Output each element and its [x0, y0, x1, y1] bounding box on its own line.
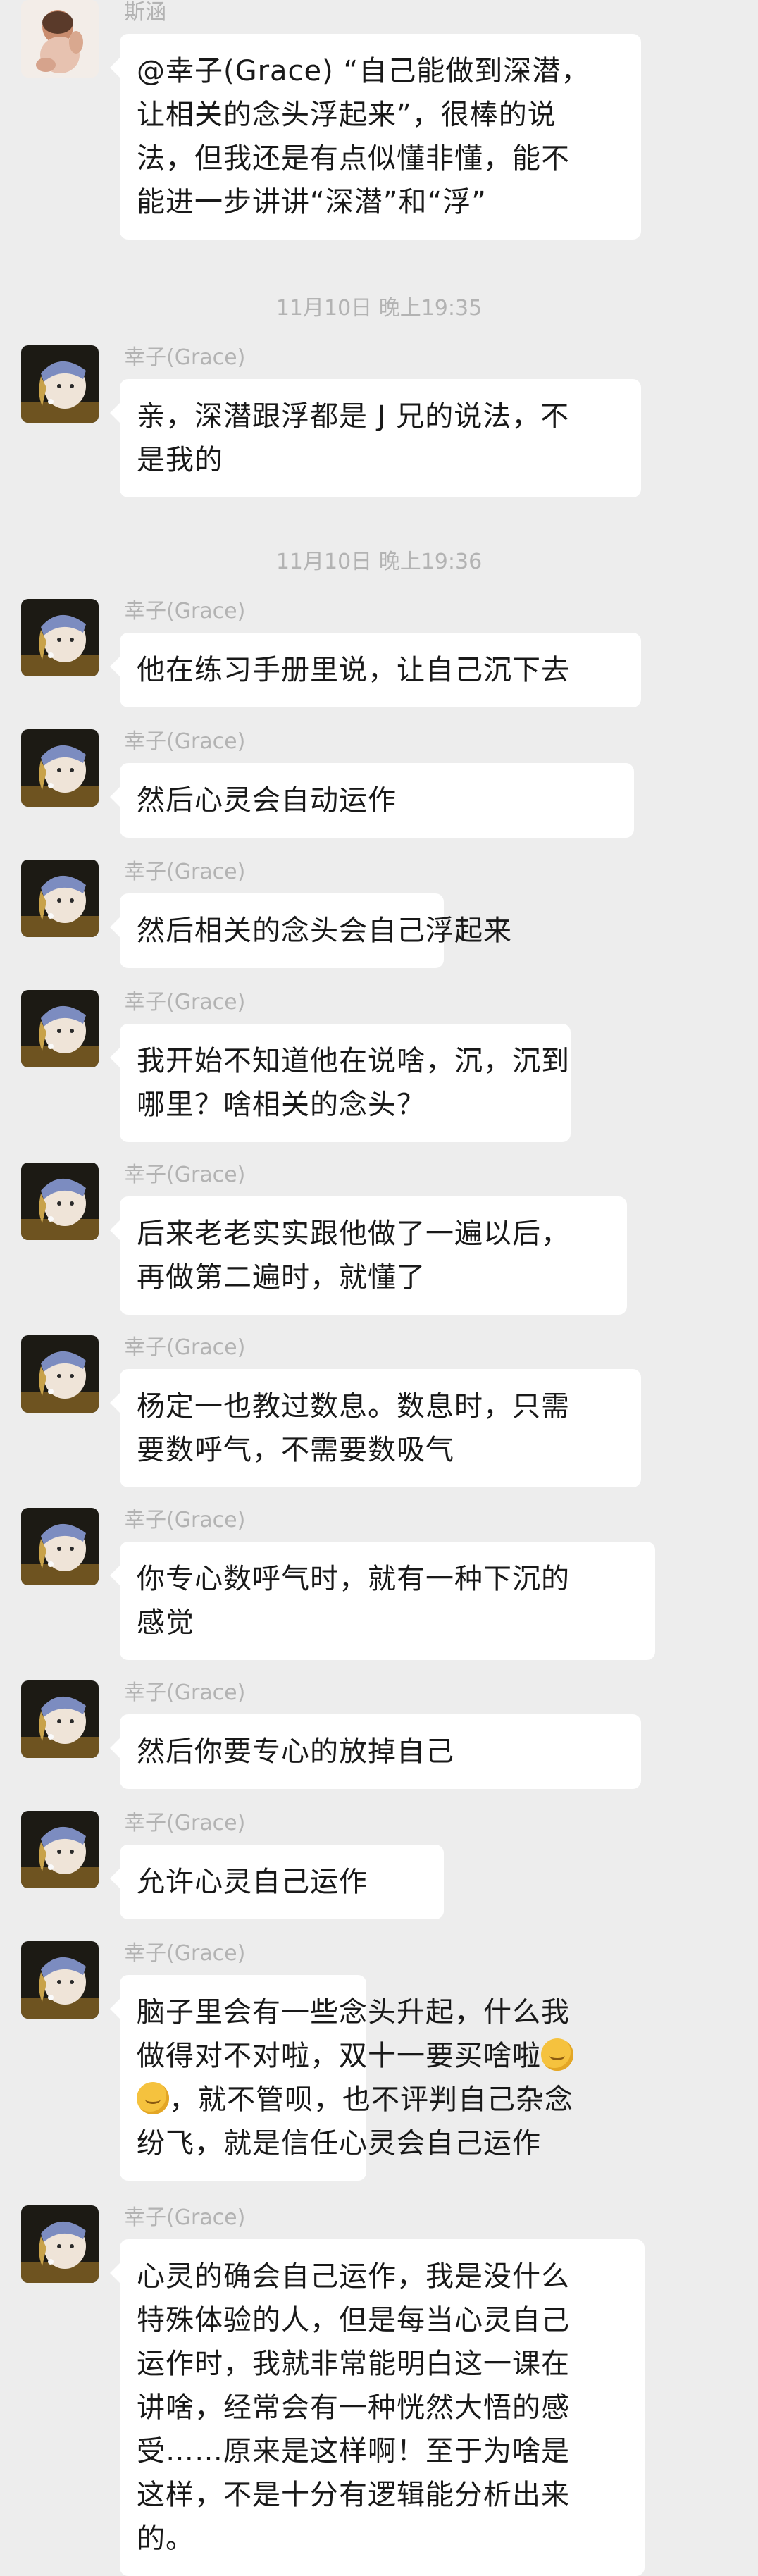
message-text-line: 要数呼气，不需要数吸气 [137, 1434, 454, 1466]
pearl-earring-girl-avatar[interactable] [21, 345, 99, 423]
pearl-earring-girl-avatar[interactable] [21, 860, 99, 937]
message-text-line: 受……原来是这样啊！至于为啥是 [137, 2435, 570, 2467]
pearl-earring-girl-avatar[interactable] [21, 2205, 99, 2283]
message-text-line: 他在练习手册里说，让自己沉下去 [137, 654, 570, 686]
message-bubble[interactable]: 亲，深潜跟浮都是 J 兄的说法，不 是我的 [110, 379, 641, 497]
message-text-line: 是我的 [137, 444, 223, 476]
message-text-line: 杨定一也教过数息。数息时，只需 [137, 1390, 570, 1423]
sender-name: 幸子(Grace) [124, 2205, 246, 2230]
message-text-line: 这样，不是十分有逻辑能分析出来 [137, 2479, 570, 2511]
message-text-line: @幸子(Grace) “自己能做到深潜， [137, 55, 590, 87]
pearl-earring-girl-avatar[interactable] [21, 1680, 99, 1758]
sender-name: 幸子(Grace) [124, 860, 246, 884]
pearl-earring-girl-avatar[interactable] [21, 729, 99, 807]
message-text-line: 再做第二遍时，就懂了 [137, 1261, 425, 1294]
thinking-face-emoji-icon [137, 2082, 169, 2114]
sender-name: 幸子(Grace) [124, 1680, 246, 1705]
message-bubble[interactable]: 他在练习手册里说，让自己沉下去 [110, 633, 641, 707]
pearl-earring-girl-avatar[interactable] [21, 1163, 99, 1240]
baby-photo-avatar[interactable] [21, 0, 99, 78]
message-bubble[interactable]: 然后你要专心的放掉自己 [110, 1714, 641, 1789]
message-text-line: 脑子里会有一些念头升起，什么我 [137, 1996, 570, 2029]
message-text-line: 亲，深潜跟浮都是 J 兄的说法，不 [137, 400, 570, 433]
pearl-earring-girl-avatar[interactable] [21, 1508, 99, 1585]
message-bubble[interactable]: 我开始不知道他在说啥，沉，沉到 哪里？啥相关的念头？ [110, 1024, 571, 1142]
message-text-line: 我开始不知道他在说啥，沉，沉到 [137, 1045, 570, 1077]
message-text-line: 特殊体验的人，但是每当心灵自己 [137, 2304, 570, 2336]
message-text-line: 你专心数呼气时，就有一种下沉的 [137, 1563, 570, 1595]
message-text-line: 法，但我还是有点似懂非懂，能不 [137, 142, 570, 175]
sender-name: 幸子(Grace) [124, 599, 246, 624]
sender-name: 幸子(Grace) [124, 729, 246, 754]
message-text-line: 心灵的确会自己运作，我是没什么 [137, 2260, 570, 2293]
message-text-line: ，就不管呗，也不评判自己杂念 [137, 2078, 573, 2122]
message-bubble[interactable]: @幸子(Grace) “自己能做到深潜， 让相关的念头浮起来”，很棒的说 法，但我还… [110, 34, 641, 240]
message-text-line: 做得对不对啦，双十一要买啥啦 [137, 2034, 573, 2078]
message-bubble[interactable]: 然后心灵会自动运作 [110, 763, 634, 838]
message-text-line: 能进一步讲讲“深潜”和“浮” [137, 186, 487, 218]
message-text-line: 然后心灵会自动运作 [137, 784, 397, 817]
sender-name: 幸子(Grace) [124, 345, 246, 370]
message-bubble[interactable]: 后来老老实实跟他做了一遍以后， 再做第二遍时，就懂了 [110, 1196, 627, 1315]
sender-name: 幸子(Grace) [124, 1941, 246, 1966]
chat-timestamp: 11月10日 晚上19:36 [275, 550, 483, 574]
message-bubble[interactable]: 脑子里会有一些念头升起，什么我做得对不对啦，双十一要买啥啦 ，就不管呗，也不评判自… [110, 1975, 573, 2181]
sender-name: 幸子(Grace) [124, 990, 246, 1015]
pearl-earring-girl-avatar[interactable] [21, 990, 99, 1067]
sender-name: 幸子(Grace) [124, 1163, 246, 1187]
pearl-earring-girl-avatar[interactable] [21, 599, 99, 676]
sender-name: 幸子(Grace) [124, 1811, 246, 1835]
pearl-earring-girl-avatar[interactable] [21, 1941, 99, 2019]
message-text-line: 讲啥，经常会有一种恍然大悟的感 [137, 2391, 570, 2424]
message-bubble[interactable]: 然后相关的念头会自己浮起来 [110, 893, 512, 968]
message-text-line: 然后你要专心的放掉自己 [137, 1735, 454, 1768]
message-bubble[interactable]: 心灵的确会自己运作，我是没什么 特殊体验的人，但是每当心灵自己 运作时，我就非常能明… [110, 2239, 645, 2576]
message-text-line: 的。 [137, 2522, 194, 2555]
sender-name: 幸子(Grace) [124, 1335, 246, 1360]
message-bubble[interactable]: 杨定一也教过数息。数息时，只需 要数呼气，不需要数吸气 [110, 1369, 641, 1487]
message-bubble[interactable]: 你专心数呼气时，就有一种下沉的 感觉 [110, 1542, 655, 1660]
message-text-line: 然后相关的念头会自己浮起来 [137, 915, 512, 947]
sender-name: 幸子(Grace) [124, 1508, 246, 1532]
message-text-line: 运作时，我就非常能明白这一课在 [137, 2348, 570, 2380]
message-text-line: 让相关的念头浮起来”，很棒的说 [137, 99, 557, 131]
message-text-line: 哪里？啥相关的念头？ [137, 1089, 425, 1121]
chat-timestamp: 11月10日 晚上19:35 [275, 296, 483, 321]
thinking-face-emoji-icon [541, 2038, 573, 2071]
message-text-line: 纷飞，就是信任心灵会自己运作 [137, 2127, 541, 2160]
message-text-line: 感觉 [137, 1606, 194, 1639]
message-text-line: 允许心灵自己运作 [137, 1866, 368, 1898]
sender-name: 斯涵 [124, 0, 166, 25]
pearl-earring-girl-avatar[interactable] [21, 1335, 99, 1413]
message-text-line: 后来老老实实跟他做了一遍以后， [137, 1218, 570, 1250]
message-bubble[interactable]: 允许心灵自己运作 [110, 1845, 444, 1919]
pearl-earring-girl-avatar[interactable] [21, 1811, 99, 1888]
